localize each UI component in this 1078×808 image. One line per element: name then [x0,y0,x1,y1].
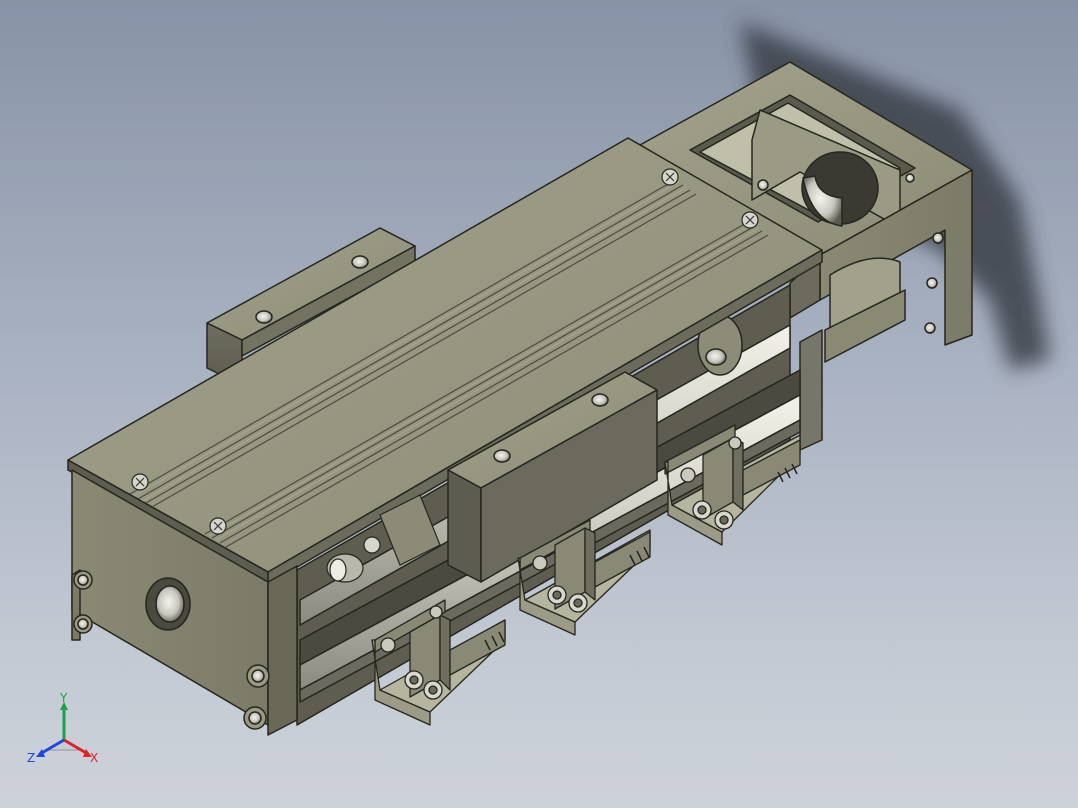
socket-screw-icon [243,706,267,730]
coordinate-triad: Y X Z [27,692,98,765]
socket-screw-icon [73,570,93,590]
linear-actuator-model[interactable] [0,0,1078,808]
socket-screw-icon [73,614,93,634]
z-axis-label: Z [27,751,35,765]
screw-icon [661,168,679,186]
screw-icon [131,473,149,491]
y-axis-label: Y [59,692,68,705]
x-axis-label: X [90,751,98,765]
socket-screw-icon [246,664,270,688]
screw-icon [209,517,227,535]
graphics-viewport[interactable]: Y X Z [0,0,1078,808]
screw-icon [741,211,759,229]
